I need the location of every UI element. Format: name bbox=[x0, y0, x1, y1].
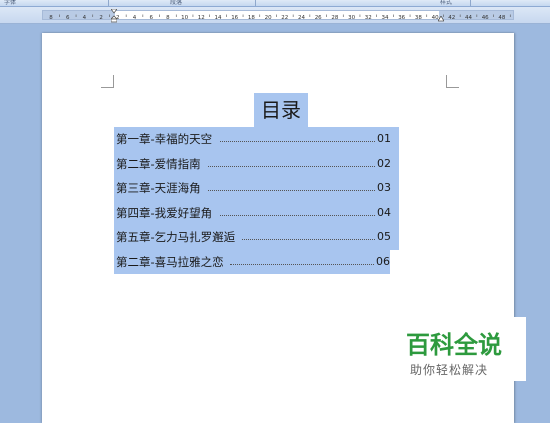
toc-entry[interactable]: 第五章-乞力马扎罗邂逅 05 bbox=[114, 225, 399, 250]
ruler-tick-label: 32 bbox=[365, 15, 372, 21]
ruler-tick-label: 46 bbox=[482, 15, 489, 21]
ruler-tick-label: 36 bbox=[398, 15, 405, 21]
toc-entry[interactable]: 第二章-爱情指南 02 bbox=[114, 151, 399, 176]
toc-entry[interactable]: 第一章-幸福的天空 01 bbox=[114, 127, 399, 152]
toc-title[interactable]: 目录 bbox=[254, 93, 308, 127]
table-of-contents[interactable]: 第一章-幸福的天空 01 第二章-爱情指南 02 第三章-天涯海角 03 第四章-我爱好望角… bbox=[114, 127, 399, 274]
toc-entry-title: 第二章-爱情指南 bbox=[116, 156, 201, 171]
toc-entry-page: 05 bbox=[377, 230, 391, 243]
toc-entry-page: 06 bbox=[376, 254, 390, 268]
toc-leader-dots bbox=[208, 190, 375, 191]
toc-entry-page: 02 bbox=[377, 156, 391, 170]
ruler-tick-label: 8 bbox=[166, 15, 170, 21]
toc-leader-dots bbox=[230, 263, 374, 265]
ribbon-separator bbox=[108, 0, 109, 6]
toc-entry-title: 第五章-乞力马扎罗邂逅 bbox=[116, 230, 236, 244]
toc-leader-dots bbox=[242, 239, 375, 240]
ruler-tick-label: 4 bbox=[133, 15, 137, 21]
watermark-logo: 百科全说 助你轻松解决 bbox=[394, 317, 526, 381]
ruler-tick-label: 14 bbox=[215, 15, 222, 21]
toc-entry-page: 03 bbox=[377, 181, 391, 194]
ruler-tick-label: 42 bbox=[448, 15, 455, 21]
horizontal-ruler-bar: 8 6 4 2 2 4 6 8 10 12 14 16 18 20 22 24 26 28 30 32 34 36 38 40… bbox=[0, 7, 550, 24]
ruler-tick-label: 4 bbox=[83, 15, 87, 21]
ribbon-group-styles-label: 样式 bbox=[440, 0, 453, 6]
ruler-tick-label: 48 bbox=[498, 15, 505, 21]
toc-entry-page: 01 bbox=[377, 132, 391, 145]
crop-mark-top-left bbox=[101, 75, 114, 88]
ruler-tick-label: 16 bbox=[231, 15, 238, 21]
ruler-tick-label: 18 bbox=[248, 15, 255, 21]
ruler-tick-label: 6 bbox=[66, 15, 70, 21]
ribbon-separator bbox=[470, 0, 471, 6]
crop-mark-top-right bbox=[446, 75, 459, 88]
first-line-indent-handle[interactable] bbox=[111, 9, 117, 23]
watermark-slogan: 助你轻松解决 bbox=[410, 363, 489, 377]
ruler-tick-label: 2 bbox=[99, 15, 103, 21]
toc-leader-dots bbox=[220, 214, 375, 216]
ruler-tick-label: 20 bbox=[265, 15, 272, 21]
toc-entry-page: 04 bbox=[377, 205, 391, 219]
toc-leader-dots bbox=[208, 165, 375, 167]
ruler-tick-label: 30 bbox=[348, 15, 355, 21]
toc-entry-title: 第四章-我爱好望角 bbox=[116, 205, 213, 220]
ribbon-group-paragraph-label: 段落 bbox=[170, 0, 183, 6]
toc-entry[interactable]: 第二章-喜马拉雅之恋 06 bbox=[114, 249, 390, 274]
ribbon-separator bbox=[255, 0, 256, 6]
toc-entry[interactable]: 第四章-我爱好望角 04 bbox=[114, 200, 399, 225]
ruler-tick-label: 12 bbox=[198, 15, 205, 21]
ruler-tick-label: 24 bbox=[298, 15, 305, 21]
toc-entry-title: 第一章-幸福的天空 bbox=[116, 132, 213, 146]
toc-entry-title: 第二章-喜马拉雅之恋 bbox=[116, 254, 224, 269]
toc-entry[interactable]: 第三章-天涯海角 03 bbox=[114, 176, 399, 201]
ruler-tick-label: 22 bbox=[281, 15, 288, 21]
ruler-tick-label: 34 bbox=[382, 15, 389, 21]
ruler-tick-label: 8 bbox=[49, 15, 53, 21]
right-indent-handle[interactable] bbox=[438, 16, 444, 22]
ribbon-strip: 字体 段落 样式 bbox=[0, 0, 550, 7]
ruler-tick-label: 26 bbox=[315, 15, 322, 21]
toc-leader-dots bbox=[220, 141, 375, 142]
ruler-tick-label: 10 bbox=[181, 15, 188, 21]
ruler-tick-label: 44 bbox=[465, 15, 472, 21]
ruler-tick-label: 6 bbox=[149, 15, 153, 21]
ruler-tick-label: 28 bbox=[331, 15, 338, 21]
ruler-tick-label: 38 bbox=[415, 15, 422, 21]
watermark-brand: 百科全说 bbox=[406, 331, 502, 359]
ribbon-group-font-label: 字体 bbox=[4, 0, 17, 6]
toc-entry-title: 第三章-天涯海角 bbox=[116, 181, 201, 195]
